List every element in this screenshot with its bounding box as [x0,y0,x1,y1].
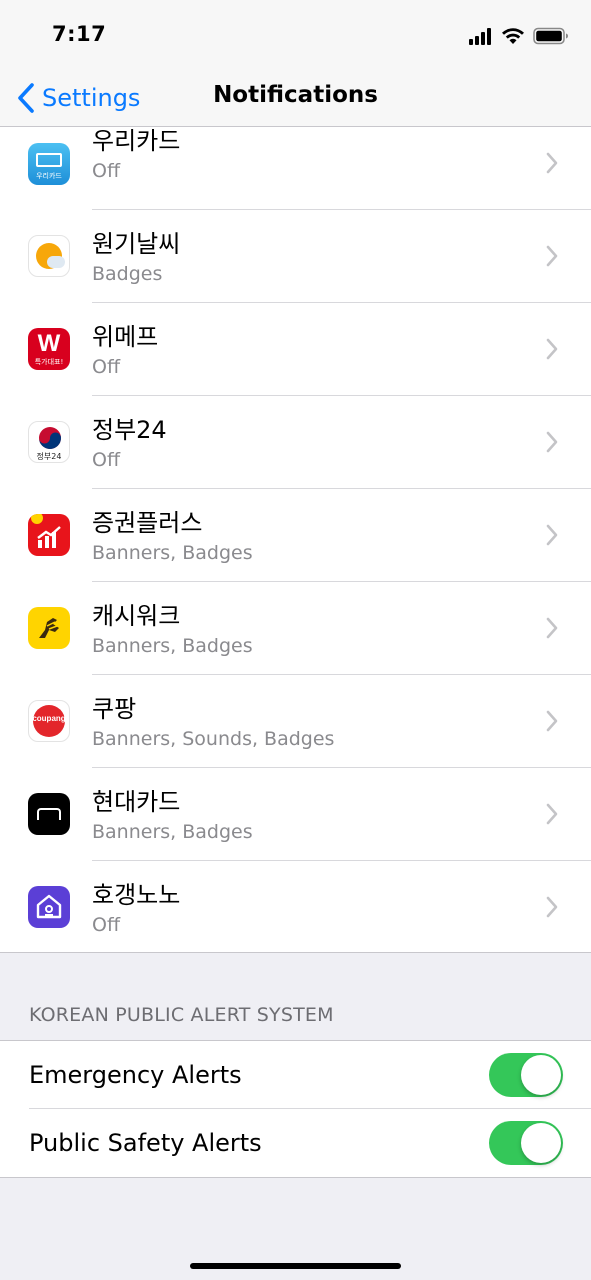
app-notification-summary: Banners, Badges [92,821,253,843]
section-header-korean-public-alert: KOREAN PUBLIC ALERT SYSTEM [29,1004,334,1026]
emergency-alerts-label: Emergency Alerts [29,1061,242,1089]
app-notification-summary: Banners, Badges [92,542,253,564]
app-row-wongi-weather[interactable]: 원기날씨 Badges [0,210,591,303]
hyundai-card-icon [28,793,70,835]
home-indicator[interactable] [190,1263,401,1269]
status-bar: 7:17 [0,0,591,70]
app-name: 캐시워크 [92,602,181,630]
app-name: 원기날씨 [92,230,181,258]
app-row-stock-plus[interactable]: 증권플러스 Banners, Badges [0,489,591,582]
emergency-alerts-toggle[interactable] [489,1053,563,1097]
app-row-wemakeprice[interactable]: W 특가대표! 위메프 Off [0,303,591,396]
public-safety-alerts-label: Public Safety Alerts [29,1129,262,1157]
app-notification-list: 우리카드 우리카드 Off 원기날씨 Badges W 특가대표! 위메프 Of… [0,127,591,953]
stock-plus-icon [28,514,70,556]
app-notification-summary: Off [92,356,121,378]
app-notification-summary: Banners, Badges [92,635,253,657]
wifi-icon [502,28,524,44]
toggle-knob [521,1123,561,1163]
status-icons [469,25,569,47]
app-name: 증권플러스 [92,509,203,537]
app-name: 현대카드 [92,788,181,816]
woori-card-icon: 우리카드 [28,143,70,185]
battery-icon [533,27,568,45]
chevron-right-icon [546,803,558,825]
alert-row-emergency: Emergency Alerts [0,1041,591,1109]
app-name: 위메프 [92,323,159,351]
status-time: 7:17 [52,22,107,46]
app-notification-summary: Off [92,449,121,471]
app-row-woori-card[interactable]: 우리카드 우리카드 Off [0,117,591,210]
app-notification-summary: Off [92,914,121,936]
toggle-knob [521,1055,561,1095]
gov24-icon: 정부24 [28,421,70,463]
gov24-icon-text: 정부24 [36,452,62,461]
alert-row-public-safety: Public Safety Alerts [0,1109,591,1177]
app-name: 정부24 [92,416,167,444]
page-title: Notifications [213,82,378,108]
app-row-gov24[interactable]: 정부24 정부24 Off [0,396,591,489]
app-row-hogangnono[interactable]: 호갱노노 Off [0,861,591,954]
cashwalk-icon [28,607,70,649]
app-row-cashwalk[interactable]: 캐시워크 Banners, Badges [0,582,591,675]
chevron-right-icon [546,524,558,546]
app-row-coupang[interactable]: coupang 쿠팡 Banners, Sounds, Badges [0,675,591,768]
chevron-right-icon [546,152,558,174]
wemakeprice-icon: W 특가대표! [28,328,70,370]
coupang-icon: coupang [28,700,70,742]
public-safety-alerts-toggle[interactable] [489,1121,563,1165]
app-notification-summary: Off [92,160,121,182]
wemakeprice-icon-subtext: 특가대표! [34,358,64,366]
chevron-right-icon [546,338,558,360]
app-notification-summary: Banners, Sounds, Badges [92,728,335,750]
app-notification-summary: Badges [92,263,163,285]
app-name: 쿠팡 [92,695,137,723]
chevron-right-icon [546,710,558,732]
wongi-weather-icon [28,235,70,277]
chevron-right-icon [546,617,558,639]
wemakeprice-logo-text: W [37,330,61,357]
chevron-right-icon [546,896,558,918]
coupang-icon-text: coupang [32,714,66,723]
woori-icon-text: 우리카드 [36,172,62,180]
cellular-signal-icon [469,27,493,45]
app-name: 호갱노노 [92,881,181,909]
hogangnono-icon [28,886,70,928]
alerts-group: Emergency Alerts Public Safety Alerts [0,1040,591,1178]
chevron-right-icon [546,245,558,267]
app-name: 우리카드 [92,127,181,155]
chevron-right-icon [546,431,558,453]
app-row-hyundai-card[interactable]: 현대카드 Banners, Badges [0,768,591,861]
